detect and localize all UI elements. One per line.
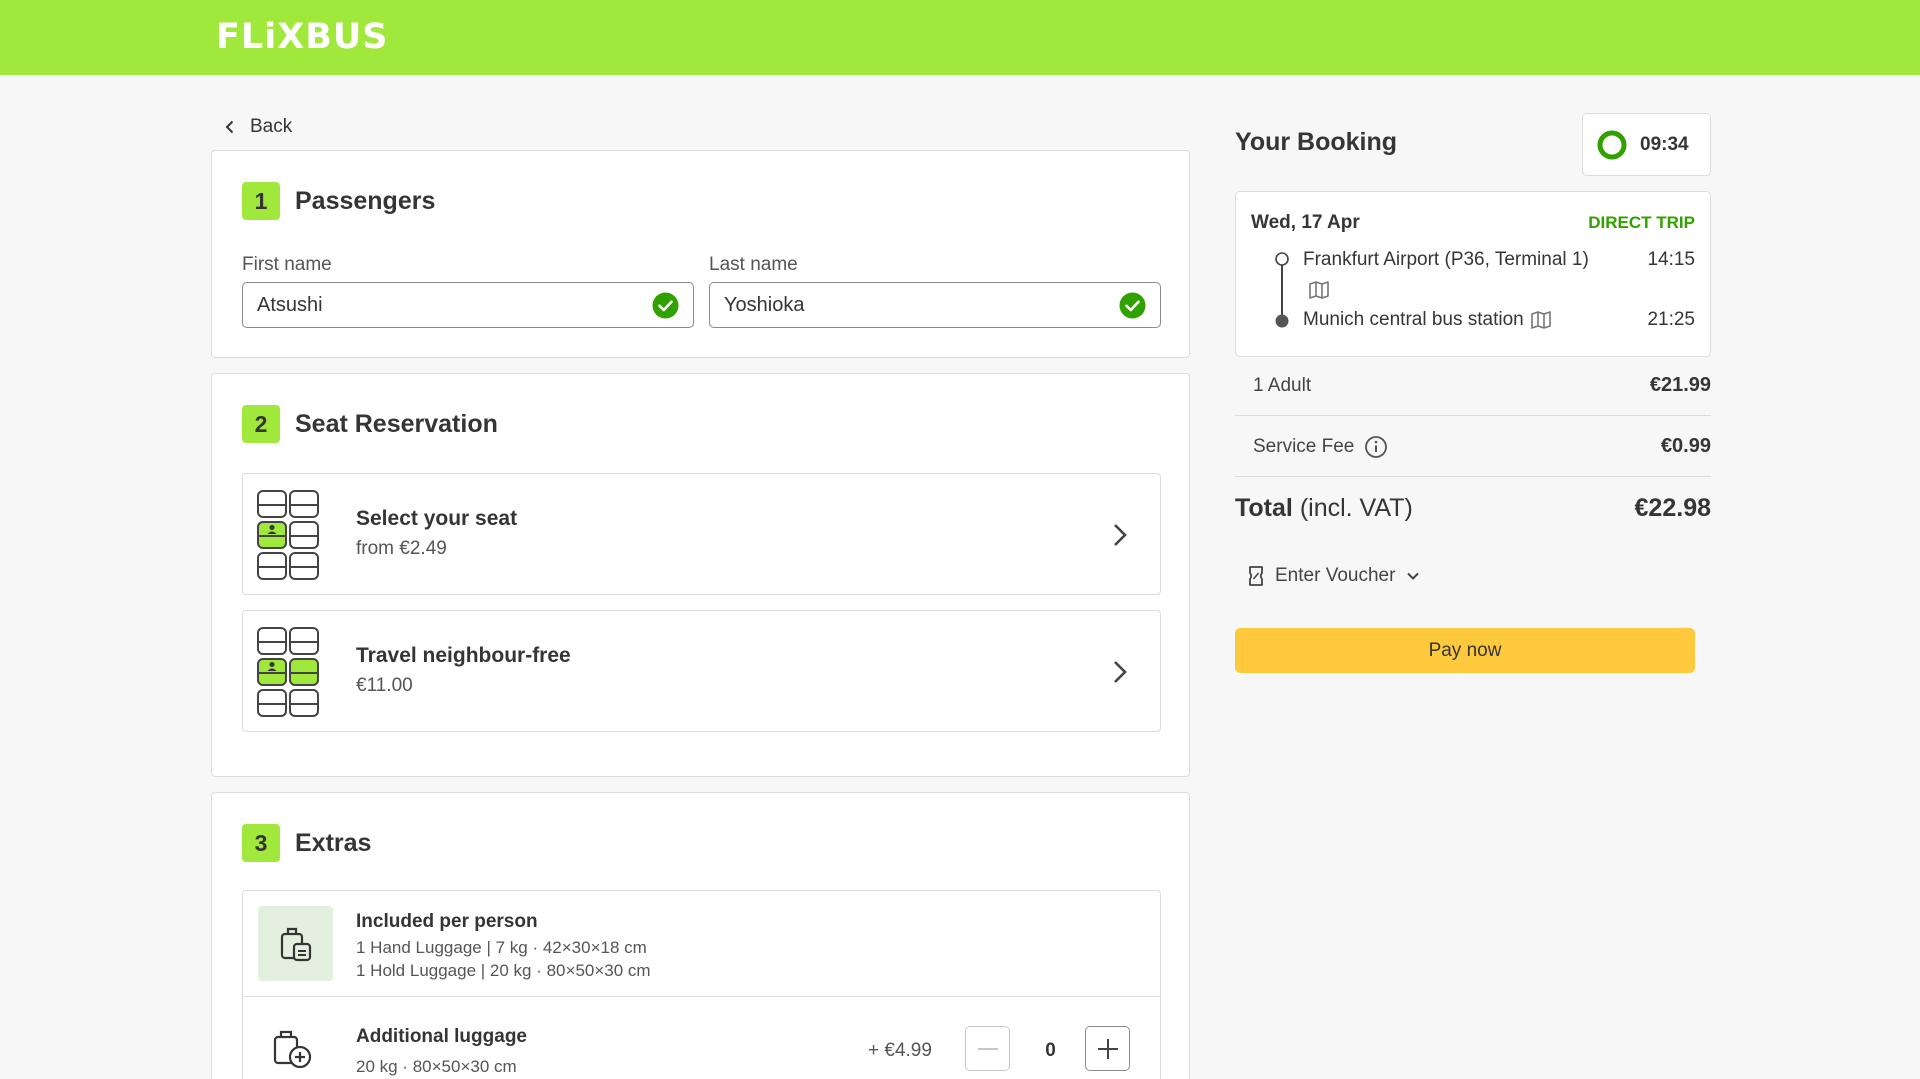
last-name-label: Last name	[709, 254, 798, 275]
included-hand-luggage: 1 Hand Luggage | 7 kg · 42×30×18 cm	[356, 938, 647, 957]
section-title: Passengers	[295, 186, 436, 215]
chevron-left-icon	[225, 120, 234, 134]
service-fee-label-text: Service Fee	[1253, 435, 1355, 457]
seat-option-price: €11.00	[356, 675, 413, 696]
additional-luggage-row: Additional luggage 20 kg · 80×50×30 cm +…	[243, 997, 1160, 1079]
step-badge: 1	[242, 182, 280, 220]
neighbour-free-option[interactable]: Travel neighbour-free €11.00	[242, 610, 1161, 732]
last-name-value: Yoshioka	[724, 293, 805, 316]
adult-label: 1 Adult	[1253, 375, 1311, 397]
select-seat-option[interactable]: Select your seat from €2.49	[242, 473, 1161, 595]
chevron-right-icon	[1114, 524, 1127, 546]
arrival-time: 21:25	[1647, 309, 1695, 330]
route-line-icon	[1275, 252, 1289, 328]
add-luggage-icon	[273, 1030, 312, 1069]
back-link[interactable]: Back	[222, 114, 292, 140]
trip-card: Wed, 17 Apr DIRECT TRIP Frankfurt Airpor…	[1235, 191, 1711, 357]
quantity-value: 0	[1045, 1040, 1056, 1061]
additional-luggage-price: + €4.99	[868, 1040, 932, 1061]
chevron-right-icon	[1114, 661, 1127, 683]
map-icon[interactable]	[1530, 310, 1552, 330]
total-price: €22.98	[1634, 493, 1711, 522]
last-name-field[interactable]: Yoshioka	[709, 282, 1161, 328]
arrival-stop-name: Munich central bus station	[1303, 309, 1524, 330]
logo-text: FLiXBUS	[216, 17, 389, 57]
first-name-label: First name	[242, 254, 332, 275]
service-fee-price: €0.99	[1660, 435, 1711, 457]
adult-price: €21.99	[1649, 374, 1711, 396]
additional-luggage-size: 20 kg · 80×50×30 cm	[356, 1057, 517, 1076]
seat-map-icon	[257, 490, 319, 580]
chevron-down-icon	[1407, 572, 1420, 580]
seat-option-title: Select your seat	[356, 507, 518, 530]
direct-trip-badge: DIRECT TRIP	[1588, 213, 1695, 232]
arrival-stop: Munich central bus station	[1303, 309, 1552, 331]
timer-text: 09:34	[1640, 133, 1689, 155]
extras-card: 3 Extras Included per person 1 Hand Lugg…	[211, 792, 1190, 1079]
back-label: Back	[250, 116, 293, 137]
section-title: Seat Reservation	[295, 409, 498, 438]
passengers-card: 1 Passengers First name Atsushi Last nam…	[211, 150, 1190, 358]
reservation-timer: 09:34	[1582, 113, 1711, 176]
first-name-field[interactable]: Atsushi	[242, 282, 694, 328]
section-title: Extras	[295, 828, 372, 857]
additional-luggage-title: Additional luggage	[356, 1026, 527, 1047]
step-badge: 2	[242, 405, 280, 443]
departure-stop: Frankfurt Airport (P36, Terminal 1)	[1303, 249, 1589, 271]
decrease-quantity-button[interactable]	[965, 1026, 1010, 1071]
trip-date: Wed, 17 Apr	[1251, 212, 1360, 233]
luggage-box: Included per person 1 Hand Luggage | 7 k…	[242, 890, 1161, 1079]
first-name-value: Atsushi	[257, 293, 323, 316]
top-bar: FLiXBUS	[0, 0, 1920, 75]
service-fee-label: Service Fee	[1253, 435, 1388, 459]
info-icon[interactable]	[1364, 435, 1388, 459]
map-icon[interactable]	[1308, 280, 1330, 300]
service-fee-row: Service Fee €0.99	[1235, 417, 1711, 477]
increase-quantity-button[interactable]	[1085, 1026, 1130, 1071]
plus-icon	[1097, 1038, 1118, 1059]
adult-price-row: 1 Adult €21.99	[1235, 356, 1711, 416]
seat-reservation-header: 2 Seat Reservation	[242, 405, 498, 443]
passengers-header: 1 Passengers	[242, 182, 435, 220]
total-label-text: Total	[1235, 493, 1293, 522]
adult-label-text: 1 Adult	[1253, 374, 1312, 396]
total-vat-note: (incl. VAT)	[1299, 493, 1413, 522]
flixbus-logo[interactable]: FLiXBUS	[216, 17, 389, 57]
departure-stop-name: Frankfurt Airport (P36, Terminal 1)	[1303, 249, 1589, 270]
seat-option-title: Travel neighbour-free	[356, 644, 571, 667]
total-row: Total (incl. VAT) €22.98	[1235, 488, 1711, 528]
extras-header: 3 Extras	[242, 824, 371, 862]
departure-time: 14:15	[1647, 249, 1695, 270]
timer-ring-icon	[1597, 130, 1627, 159]
seat-reservation-card: 2 Seat Reservation Select your seat from…	[211, 373, 1190, 777]
enter-voucher-toggle[interactable]: Enter Voucher	[1247, 561, 1421, 591]
pay-now-button[interactable]: Pay now	[1235, 628, 1695, 673]
booking-title: Your Booking	[1235, 128, 1398, 156]
included-title: Included per person	[356, 911, 538, 932]
check-circle-icon	[1119, 292, 1146, 318]
voucher-icon	[1249, 566, 1263, 586]
luggage-icon	[280, 927, 311, 961]
included-luggage-icon-box	[258, 906, 333, 981]
included-luggage-row: Included per person 1 Hand Luggage | 7 k…	[243, 891, 1160, 997]
included-hold-luggage: 1 Hold Luggage | 20 kg · 80×50×30 cm	[356, 961, 651, 980]
check-circle-icon	[652, 292, 679, 318]
voucher-label: Enter Voucher	[1275, 565, 1396, 586]
step-badge: 3	[242, 824, 280, 862]
seat-map-icon	[257, 627, 319, 717]
total-label: Total (incl. VAT)	[1235, 494, 1413, 523]
minus-icon	[977, 1047, 998, 1050]
seat-option-price: from €2.49	[356, 538, 447, 559]
